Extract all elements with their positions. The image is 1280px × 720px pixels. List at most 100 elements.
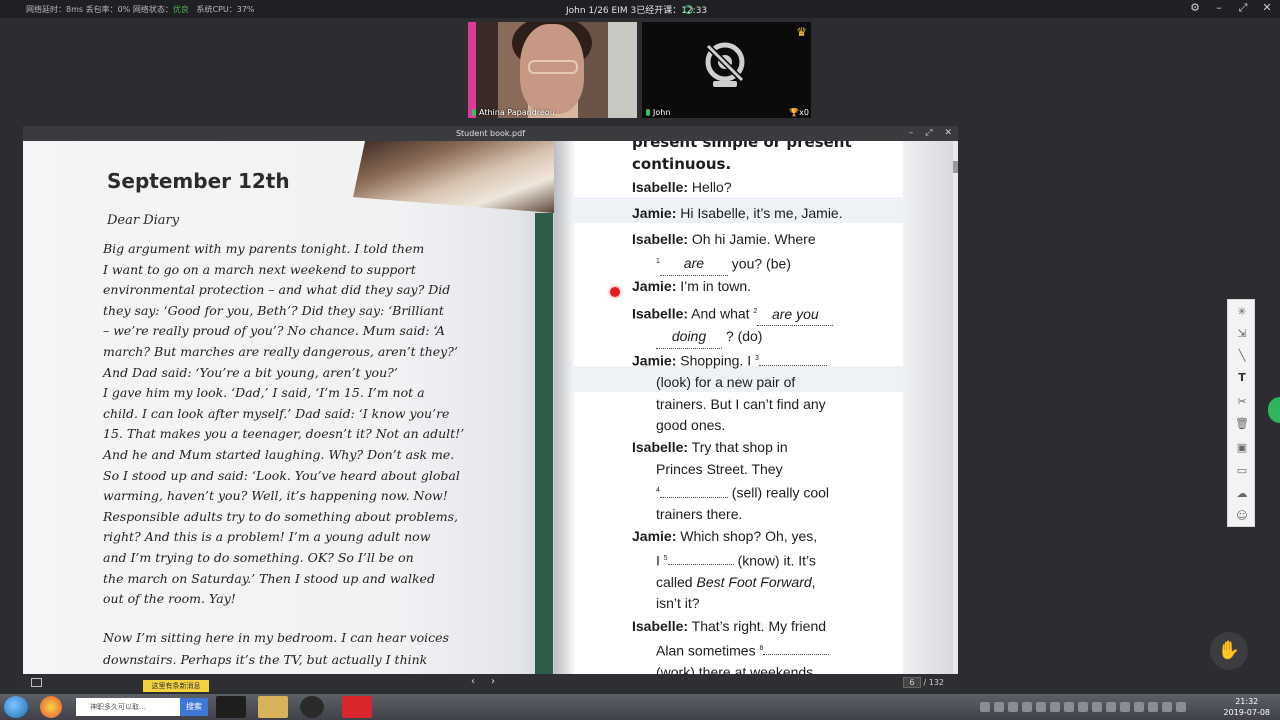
pen-icon[interactable]: ╲: [1234, 348, 1250, 364]
terminal-icon[interactable]: [216, 696, 246, 718]
select-icon[interactable]: ⇲: [1234, 326, 1250, 342]
text-tool-icon[interactable]: T: [1234, 370, 1250, 386]
restore-icon[interactable]: ⤢: [925, 126, 932, 141]
sidebar-toggle-icon[interactable]: [31, 678, 42, 687]
dialogue-line-5: Isabelle: And what 2 are you doing ? (do): [632, 301, 882, 349]
tray-icon[interactable]: [1092, 702, 1102, 712]
trophy-count: x0: [799, 108, 809, 117]
close-icon[interactable]: ✕: [1260, 1, 1274, 15]
speech-continued: isn’t it?: [656, 595, 700, 612]
gap-number: 5: [663, 554, 668, 562]
pdf-scrollbar[interactable]: [953, 141, 958, 674]
taskbar: 神职多久可以取... 搜索 21:32 2019-07-08: [0, 694, 1280, 720]
app-icon[interactable]: [342, 696, 372, 718]
tray-icon[interactable]: [1078, 702, 1088, 712]
tray-icon[interactable]: [1036, 702, 1046, 712]
search-button[interactable]: 搜索: [180, 698, 208, 716]
clock-time: 21:32: [1235, 697, 1259, 706]
tray-icon[interactable]: [1106, 702, 1116, 712]
dialogue-line-6: Jamie: Shopping. I 3 (look) for a new pa…: [632, 348, 882, 437]
cloud-icon[interactable]: ☁: [1234, 486, 1250, 502]
mic-icon: [646, 109, 650, 116]
speech-continued: called Best Foot Forward,: [632, 572, 882, 594]
dialogue-line-1: Isabelle: Hello?: [632, 177, 882, 199]
tray-icon[interactable]: [1134, 702, 1144, 712]
side-tab[interactable]: [1268, 397, 1280, 423]
gap-answer[interactable]: [667, 564, 734, 566]
speech: Try that shop in: [691, 439, 788, 455]
pdf-title: Student book.pdf: [455, 129, 526, 138]
search-input[interactable]: 神职多久可以取...: [76, 698, 180, 716]
gap-answer[interactable]: are: [659, 253, 728, 276]
student-name: John: [653, 108, 671, 117]
tray-icon[interactable]: [1120, 702, 1130, 712]
elapsed-time: 已经开课：12:33: [636, 6, 708, 16]
video-name: John: [646, 108, 670, 117]
diary-line: Big argument with my parents tonight. I …: [103, 241, 425, 256]
tray-icon[interactable]: [1064, 702, 1074, 712]
minimize-icon[interactable]: –: [909, 126, 914, 141]
window-controls: ⚙ – ⤢ ✕: [1188, 1, 1274, 15]
new-message-notice[interactable]: 这里有条新消息: [143, 680, 209, 692]
gap-answer[interactable]: are you: [757, 304, 834, 327]
speech: And what: [691, 305, 750, 322]
total-pages: / 132: [923, 678, 944, 687]
scissors-icon[interactable]: ✂: [1234, 394, 1250, 410]
student-video[interactable]: ♛ John 🏆x0: [642, 22, 811, 118]
folder-icon[interactable]: [258, 696, 288, 718]
speech: Hello?: [691, 179, 732, 195]
speech-continued: doing ? (do): [632, 326, 882, 349]
diary-line: warming, haven’t you? Well, it’s happeni…: [103, 488, 448, 504]
page-nav: ‹ ›: [471, 676, 495, 687]
tray-icon[interactable]: [1022, 702, 1032, 712]
settings-icon[interactable]: ⚙: [1188, 1, 1202, 15]
gap-answer[interactable]: [758, 364, 827, 366]
diary-line: I want to go on a march next weekend to …: [103, 261, 416, 277]
diary-line: 15. That makes you a teenager, doesn’t i…: [103, 426, 465, 442]
speaker: Isabelle:: [632, 179, 689, 195]
page-edge-shade: [903, 141, 953, 674]
close-icon[interactable]: ✕: [944, 126, 952, 141]
classroom-stage: Athina Papandreou ♛ John 🏆x0 Student boo…: [0, 18, 1280, 692]
tray-icon[interactable]: [1148, 702, 1158, 712]
diary-line: – we’re really proud of you’? No chance.…: [103, 323, 445, 339]
diary-text-continued: Now I’m sitting here in my bedroom. I ca…: [103, 627, 503, 671]
taskbar-clock[interactable]: 21:32 2019-07-08: [1224, 696, 1271, 718]
tray-icon[interactable]: [994, 702, 1004, 712]
raise-hand-icon[interactable]: ✋: [1210, 632, 1248, 670]
laser-pointer: [610, 287, 620, 297]
minimize-icon[interactable]: –: [1212, 1, 1226, 15]
restore-icon[interactable]: ⤢: [1236, 1, 1250, 15]
prev-page-icon[interactable]: ‹: [471, 676, 475, 687]
pdf-viewer: Student book.pdf – ⤢ ✕ September 12th De…: [23, 126, 958, 692]
gap-answer[interactable]: [659, 496, 728, 498]
trash-icon[interactable]: 🗑: [1234, 416, 1250, 432]
right-page: present simple or present continuous. Is…: [574, 141, 953, 674]
page-gutter: [554, 141, 574, 674]
speech: (sell) really cool: [731, 484, 830, 501]
obs-icon[interactable]: [300, 696, 324, 718]
image-icon[interactable]: ▣: [1234, 440, 1250, 456]
browser-icon[interactable]: [40, 696, 62, 718]
pdf-page-area[interactable]: September 12th Dear Diary Big argument w…: [23, 141, 953, 674]
dialogue-line-9: Isabelle: That’s right. My friend Alan s…: [632, 616, 882, 674]
speech: Oh hi Jamie. Where: [691, 231, 816, 247]
page-indicator: 6 / 132: [902, 677, 944, 688]
diary-line: right? And this is a problem! I’m a youn…: [103, 529, 431, 545]
users-icon[interactable]: ☺: [1234, 508, 1250, 524]
current-page-input[interactable]: 6: [902, 677, 921, 688]
speech: (know) it. It’s: [737, 552, 816, 569]
start-button[interactable]: [4, 696, 28, 718]
tray-icon[interactable]: [1162, 702, 1172, 712]
scrollbar-thumb[interactable]: [953, 161, 958, 173]
comment-icon[interactable]: ▭: [1234, 463, 1250, 479]
gap-answer[interactable]: [763, 654, 830, 656]
tray-icon[interactable]: [1050, 702, 1060, 712]
tray-icon[interactable]: [980, 702, 990, 712]
tray-icon[interactable]: [1008, 702, 1018, 712]
teacher-video[interactable]: Athina Papandreou: [468, 22, 637, 118]
tray-icon[interactable]: [1176, 702, 1186, 712]
next-page-icon[interactable]: ›: [491, 676, 495, 687]
gap-answer[interactable]: doing: [656, 326, 722, 349]
laser-pointer-icon[interactable]: ✳: [1234, 304, 1250, 320]
